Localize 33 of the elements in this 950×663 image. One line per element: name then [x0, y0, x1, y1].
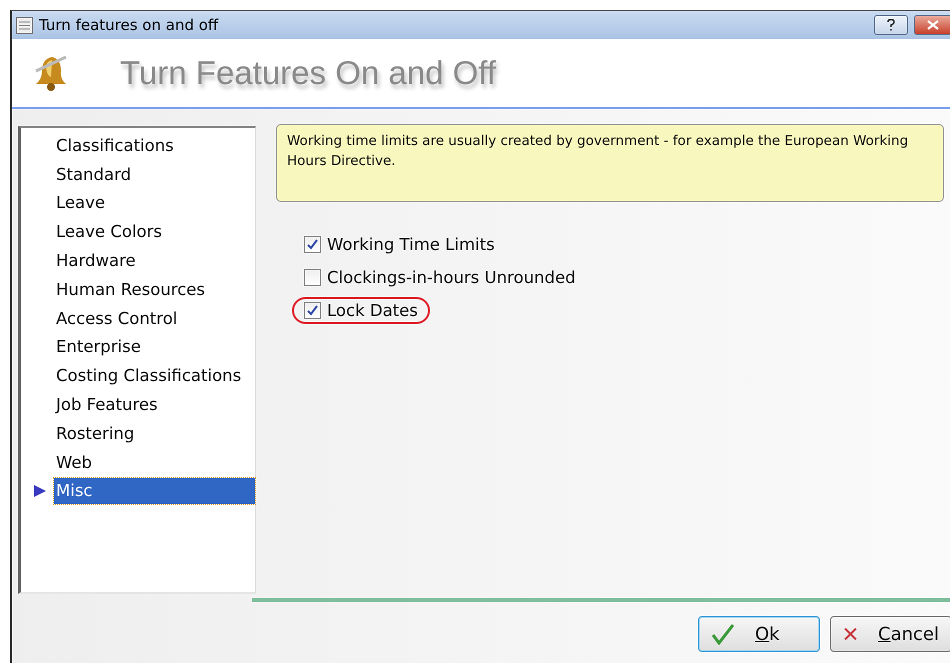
cancel-button[interactable]: Cancel	[830, 616, 950, 652]
category-item[interactable]: Hardware	[54, 248, 255, 274]
checkbox[interactable]	[304, 236, 321, 253]
checkbox[interactable]	[304, 269, 321, 286]
checkbox-label: Lock Dates	[327, 301, 418, 320]
category-item[interactable]: Leave	[54, 190, 255, 216]
close-icon	[927, 20, 939, 30]
window-title: Turn features on and off	[39, 16, 220, 34]
category-item[interactable]: Human Resources	[54, 276, 255, 302]
category-item[interactable]: Enterprise	[54, 334, 255, 360]
question-mark-icon	[887, 19, 895, 31]
checkmark-icon	[711, 623, 735, 645]
category-item[interactable]: Rostering	[54, 420, 255, 446]
header-title: Turn Features On and Off	[120, 54, 496, 92]
category-item[interactable]: Access Control	[54, 305, 255, 332]
category-item[interactable]: Leave Colors	[54, 218, 255, 245]
check-icon	[307, 239, 318, 250]
category-item[interactable]: Costing Classifications	[54, 362, 255, 389]
info-note: Working time limits are usually created by government - for example the European Working Hours Directive.	[276, 124, 944, 202]
menu-icon[interactable]	[16, 16, 33, 34]
category-item[interactable]: Standard	[54, 161, 255, 188]
check-icon	[307, 305, 318, 316]
checkbox-label: Working Time Limits	[327, 235, 495, 254]
category-item[interactable]: Misc	[54, 478, 255, 504]
category-item[interactable]: Web	[54, 449, 255, 476]
close-button[interactable]	[914, 15, 950, 35]
ok-button[interactable]: Ok	[698, 616, 820, 652]
category-item[interactable]: Job Features	[54, 392, 255, 418]
category-item[interactable]: Classifications	[54, 132, 255, 158]
checkbox[interactable]	[304, 302, 321, 319]
pointer-icon	[33, 484, 47, 498]
checkbox-label: Clockings-in-hours Unrounded	[327, 268, 576, 287]
help-button[interactable]	[874, 15, 908, 35]
